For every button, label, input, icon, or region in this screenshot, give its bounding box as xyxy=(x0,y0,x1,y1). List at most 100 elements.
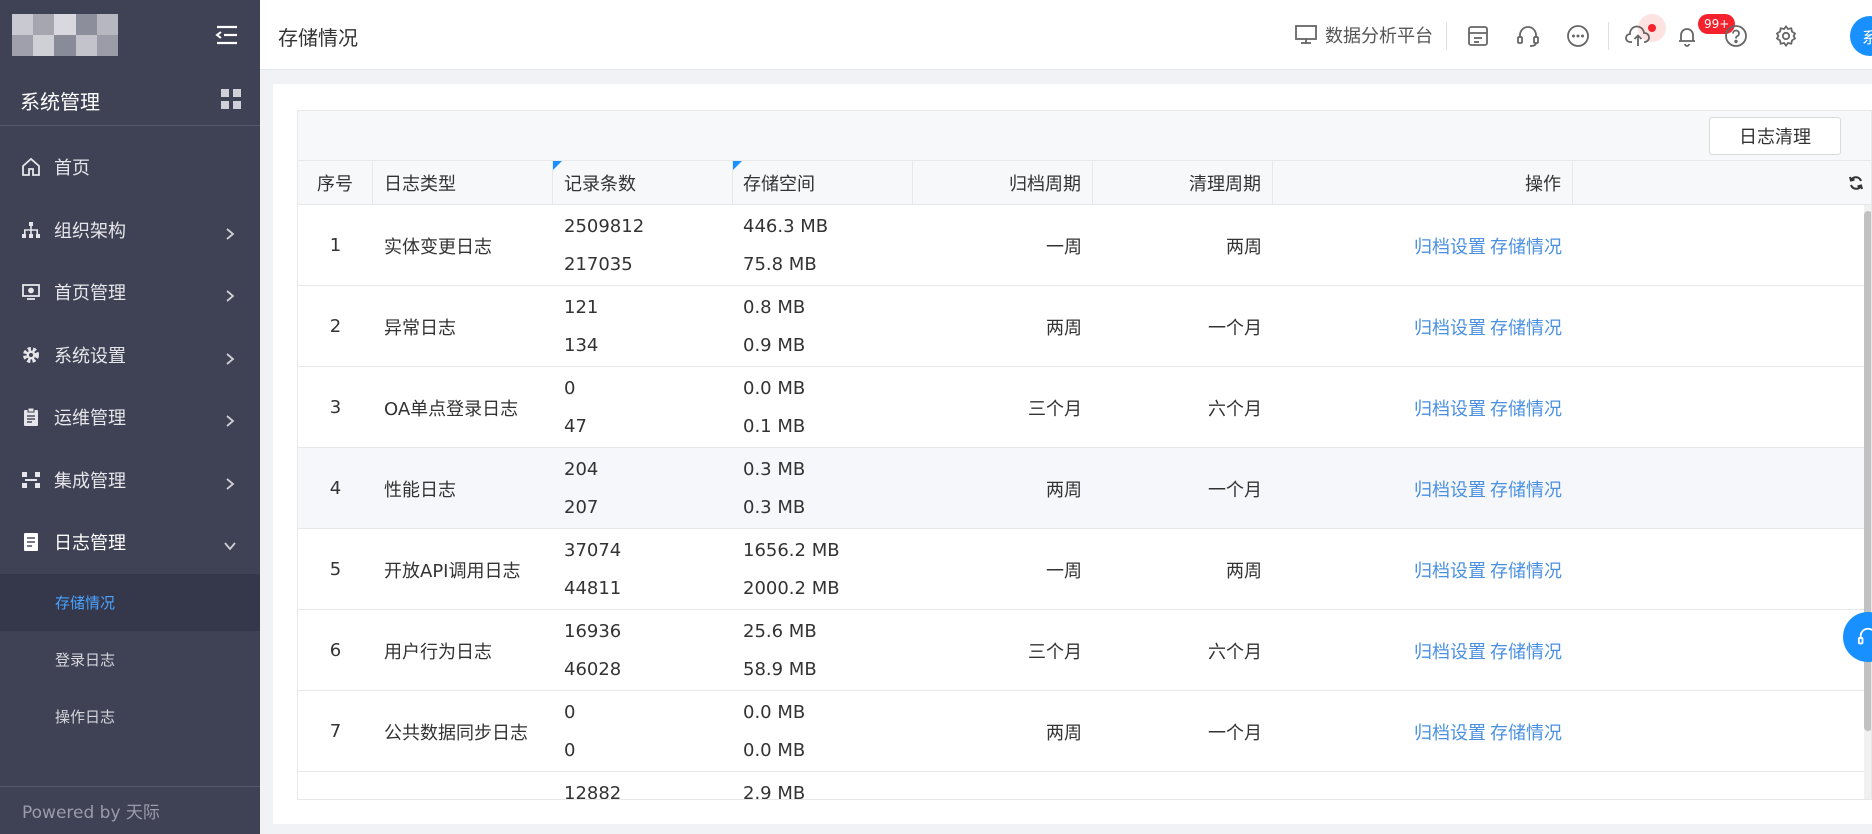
storage-details-link[interactable]: 存储情况 xyxy=(1490,557,1562,583)
row-actions: 归档设置 存储情况 xyxy=(1273,529,1573,610)
row-actions: 归档设置 存储情况 xyxy=(1273,286,1573,367)
clean-period: 六个月 xyxy=(1208,398,1262,420)
archive-period: 两周 xyxy=(1046,479,1082,501)
row-number: 2 xyxy=(329,316,342,337)
table-body: 1 实体变更日志 2509812 217035 446.3 MB 75.8 MB 一周 两周归… xyxy=(298,205,1871,800)
log-type: 异常日志 xyxy=(384,317,456,339)
clean-period: 一个月 xyxy=(1208,317,1262,339)
storage-size: 1656.2 MB 2000.2 MB xyxy=(733,529,913,610)
storage-size-value: 0.8 MB xyxy=(743,296,806,318)
storage-size-value: 58.9 MB xyxy=(743,658,817,680)
sidebar-item-log-management[interactable]: 日志管理 xyxy=(0,511,260,574)
log-type: 公共数据同步日志 xyxy=(384,722,528,744)
archive-settings-link[interactable]: 归档设置 xyxy=(1414,233,1486,259)
storage-size-value: 0.1 MB xyxy=(743,415,806,437)
sidebar-item-label: 运维管理 xyxy=(54,408,126,430)
settings-gear-icon[interactable] xyxy=(1772,22,1800,50)
archive-settings-link[interactable]: 归档设置 xyxy=(1414,719,1486,745)
storage-size-value: 0.0 MB xyxy=(743,739,806,761)
column-header-actions: 操作 xyxy=(1273,161,1573,205)
storage-size-value: 0.3 MB xyxy=(743,496,806,518)
table-toolbar: 日志清理 xyxy=(298,111,1871,161)
record-count: 16936 46028 xyxy=(553,610,733,691)
refresh-icon[interactable] xyxy=(1838,161,1871,205)
storage-details-link[interactable]: 存储情况 xyxy=(1490,314,1562,340)
storage-details-link[interactable]: 存储情况 xyxy=(1490,395,1562,421)
table-row: 5 开放API调用日志 37074 44811 1656.2 MB 2000.2 MB 一周… xyxy=(298,529,1871,610)
headset-icon[interactable] xyxy=(1514,22,1542,50)
storage-size-value: 0.0 MB xyxy=(743,701,806,723)
module-switcher: 系统管理 xyxy=(0,76,260,126)
sidebar-subitem-operation-log[interactable]: 操作日志 xyxy=(0,687,260,745)
table-row: 4 性能日志 204 207 0.3 MB 0.3 MB 两周 一个月 归档设置 存储情况 xyxy=(298,448,1871,529)
log-type: 用户行为日志 xyxy=(384,641,492,663)
sidebar-item-home[interactable]: 首页 xyxy=(0,136,260,199)
storage-size-value: 25.6 MB xyxy=(743,620,817,642)
record-count-value: 207 xyxy=(564,496,599,518)
storage-size: 25.6 MB 58.9 MB xyxy=(733,610,913,691)
storage-size-value: 446.3 MB xyxy=(743,215,829,237)
archive-settings-link[interactable]: 归档设置 xyxy=(1414,476,1486,502)
row-actions: 归档设置 存储情况 xyxy=(1273,448,1573,529)
row-number: 3 xyxy=(329,397,342,418)
sidebar-item-ops[interactable]: 运维管理 xyxy=(0,386,260,449)
sidebar-subitem-login-log[interactable]: 登录日志 xyxy=(0,630,260,688)
column-header-archive: 归档周期 xyxy=(913,161,1093,205)
table-row: 7 公共数据同步日志 0 0 0.0 MB 0.0 MB 两周 一个月 归档设置 存储情况 xyxy=(298,691,1871,772)
row-number: 7 xyxy=(329,721,342,742)
record-count-value: 46028 xyxy=(564,658,622,680)
storage-details-link[interactable]: 存储情况 xyxy=(1490,638,1562,664)
sidebar-item-org[interactable]: 组织架构 xyxy=(0,199,260,262)
storage-size-value: 75.8 MB xyxy=(743,253,817,275)
log-book-icon xyxy=(20,531,42,553)
app-grid-icon[interactable] xyxy=(220,88,242,110)
headset-icon xyxy=(1857,627,1872,645)
data-platform-link[interactable]: 数据分析平台 xyxy=(1295,22,1433,48)
archive-settings-link[interactable]: 归档设置 xyxy=(1414,395,1486,421)
row-number: 1 xyxy=(329,235,342,256)
archive-settings-link[interactable]: 归档设置 xyxy=(1414,557,1486,583)
cloud-upload-icon[interactable] xyxy=(1624,22,1652,50)
column-header-type: 日志类型 xyxy=(373,161,553,205)
sidebar-item-system-settings[interactable]: 系统设置 xyxy=(0,324,260,387)
log-clean-button[interactable]: 日志清理 xyxy=(1709,117,1841,155)
more-icon[interactable] xyxy=(1564,22,1592,50)
sidebar-item-home-management[interactable]: 首页管理 xyxy=(0,261,260,324)
table-row: 1 实体变更日志 2509812 217035 446.3 MB 75.8 MB 一周 两周归… xyxy=(298,205,1871,286)
chevron-down-icon xyxy=(224,536,236,551)
clean-period: 两周 xyxy=(1226,560,1262,582)
column-header-records[interactable]: 记录条数 xyxy=(553,161,733,205)
row-number: 4 xyxy=(329,478,342,499)
help-icon[interactable] xyxy=(1722,22,1750,50)
storage-details-link[interactable]: 存储情况 xyxy=(1490,476,1562,502)
clean-period: 一个月 xyxy=(1208,722,1262,744)
record-count-value: 12882 xyxy=(564,782,622,800)
log-type: OA单点登录日志 xyxy=(384,398,519,420)
storage-size-value: 1656.2 MB xyxy=(743,539,840,561)
record-count: 121 134 xyxy=(553,286,733,367)
record-count: 0 47 xyxy=(553,367,733,448)
bell-icon[interactable] xyxy=(1673,22,1701,50)
record-count-value: 121 xyxy=(564,296,599,318)
record-count-value: 0 xyxy=(564,701,576,723)
archive-period: 一周 xyxy=(1046,236,1082,258)
archive-settings-link[interactable]: 归档设置 xyxy=(1414,314,1486,340)
table-row: 6 用户行为日志 16936 46028 25.6 MB 58.9 MB 三个月 六个月 归档设… xyxy=(298,610,1871,691)
storage-details-link[interactable]: 存储情况 xyxy=(1490,719,1562,745)
record-count-value: 37074 xyxy=(564,539,622,561)
column-header-storage[interactable]: 存储空间 xyxy=(733,161,913,205)
column-header-label: 存储空间 xyxy=(743,174,815,195)
integration-icon xyxy=(20,469,42,491)
collapse-menu-icon[interactable] xyxy=(212,20,242,50)
sidebar-item-integration[interactable]: 集成管理 xyxy=(0,449,260,512)
record-count-value: 44811 xyxy=(564,577,622,599)
avatar[interactable]: 系 xyxy=(1850,16,1872,56)
archive-settings-link[interactable]: 归档设置 xyxy=(1414,638,1486,664)
storage-details-link[interactable]: 存储情况 xyxy=(1490,233,1562,259)
row-number: 5 xyxy=(329,559,342,580)
log-type: 性能日志 xyxy=(384,479,456,501)
top-header: 存储情况 数据分析平台 99+ 系 xyxy=(260,0,1872,70)
sidebar-subitem-storage[interactable]: 存储情况 xyxy=(0,573,260,631)
tasks-icon[interactable] xyxy=(1464,22,1492,50)
row-actions: 归档设置 存储情况 xyxy=(1273,610,1573,691)
